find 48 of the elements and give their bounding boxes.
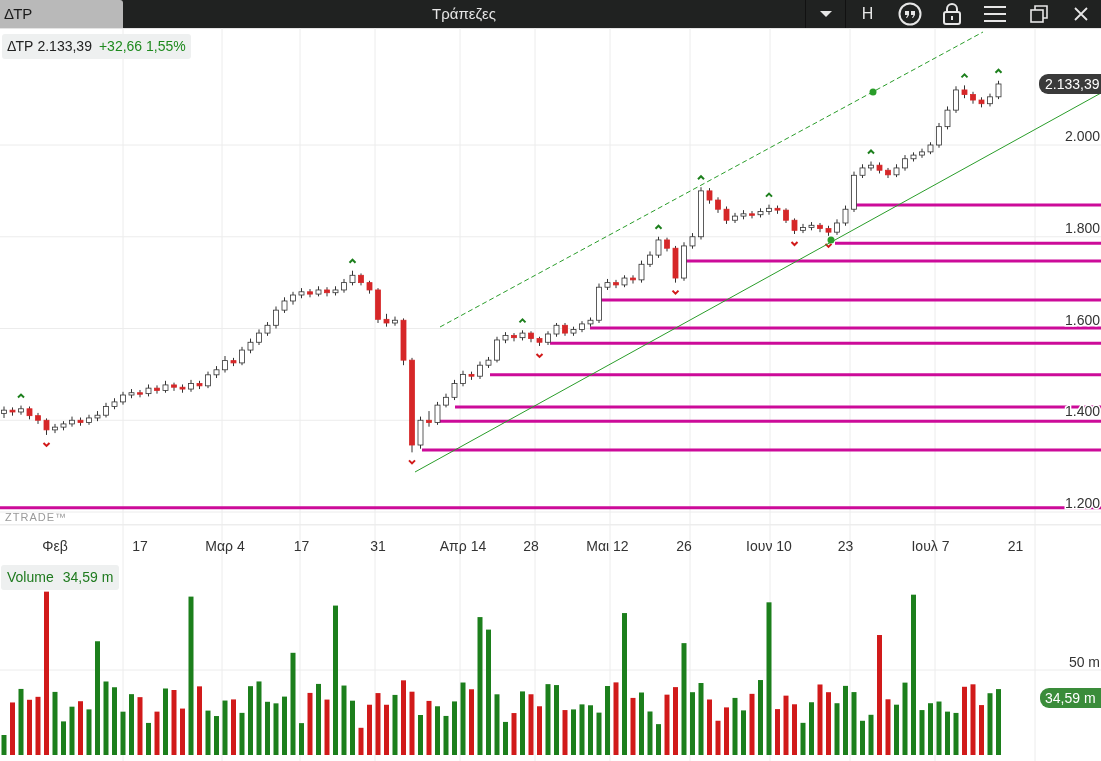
up-signal-marker bbox=[654, 224, 663, 230]
up-signal-marker bbox=[348, 258, 357, 264]
time-axis-label: Ιουλ 7 bbox=[911, 538, 950, 554]
volume-label: Volume bbox=[7, 568, 54, 587]
time-axis-label: 17 bbox=[293, 538, 310, 554]
time-axis-label: Απρ 14 bbox=[439, 538, 487, 554]
time-axis-label: 21 bbox=[1007, 538, 1024, 554]
price-axis-label: 1.800 bbox=[1064, 219, 1100, 236]
up-signal-marker bbox=[17, 393, 25, 399]
down-signal-marker bbox=[535, 352, 544, 359]
up-signal-marker bbox=[765, 192, 773, 198]
up-signal-marker bbox=[960, 72, 969, 79]
up-signal-marker bbox=[867, 149, 875, 155]
time-axis-label: Μαρ 4 bbox=[205, 538, 245, 554]
time-axis-label: Μαι 12 bbox=[586, 538, 629, 554]
quote-icon bbox=[898, 2, 922, 26]
watermark-logo: ZTRADE™ bbox=[5, 511, 67, 523]
window-title: Τράπεζες bbox=[432, 3, 496, 24]
price-axis-label: 1.600 bbox=[1064, 311, 1100, 328]
time-axis-label: 17 bbox=[132, 538, 148, 554]
down-signal-marker bbox=[408, 459, 416, 465]
time-axis-label: 31 bbox=[370, 538, 386, 554]
close-icon bbox=[1074, 7, 1088, 21]
lock-icon bbox=[943, 3, 961, 25]
price-value: 2.133,39 bbox=[37, 37, 92, 56]
time-axis-label: Ιουν 10 bbox=[746, 538, 792, 554]
restore-icon bbox=[1030, 5, 1048, 23]
time-axis-label: 28 bbox=[523, 538, 539, 554]
symbol-label: ΔΤΡ bbox=[7, 37, 34, 56]
time-axis-label: 23 bbox=[837, 538, 854, 554]
last-price-badge: 2.133,39 bbox=[1039, 74, 1101, 94]
last-volume-badge: 34,59 m bbox=[1040, 688, 1101, 708]
up-signal-marker bbox=[697, 174, 705, 181]
time-axis-label: 26 bbox=[676, 538, 692, 554]
volume-value: 34,59 m bbox=[62, 568, 114, 587]
h-button[interactable]: H bbox=[845, 0, 889, 28]
down-signal-marker bbox=[671, 289, 680, 296]
time-axis-label: Φεβ bbox=[42, 538, 68, 554]
price-axis-label: 2.000 bbox=[1064, 128, 1100, 144]
down-signal-marker bbox=[42, 441, 51, 448]
up-signal-marker bbox=[994, 68, 1003, 74]
down-signal-marker bbox=[790, 241, 799, 247]
volume-axis-label: 50 m bbox=[1068, 654, 1100, 670]
up-signal-marker bbox=[518, 317, 527, 324]
caret-icon bbox=[818, 10, 833, 18]
chart-tab[interactable]: ΔΤΡ bbox=[0, 0, 123, 28]
price-change: +32,66 1,55% bbox=[98, 37, 186, 56]
menu-icon bbox=[984, 6, 1006, 22]
